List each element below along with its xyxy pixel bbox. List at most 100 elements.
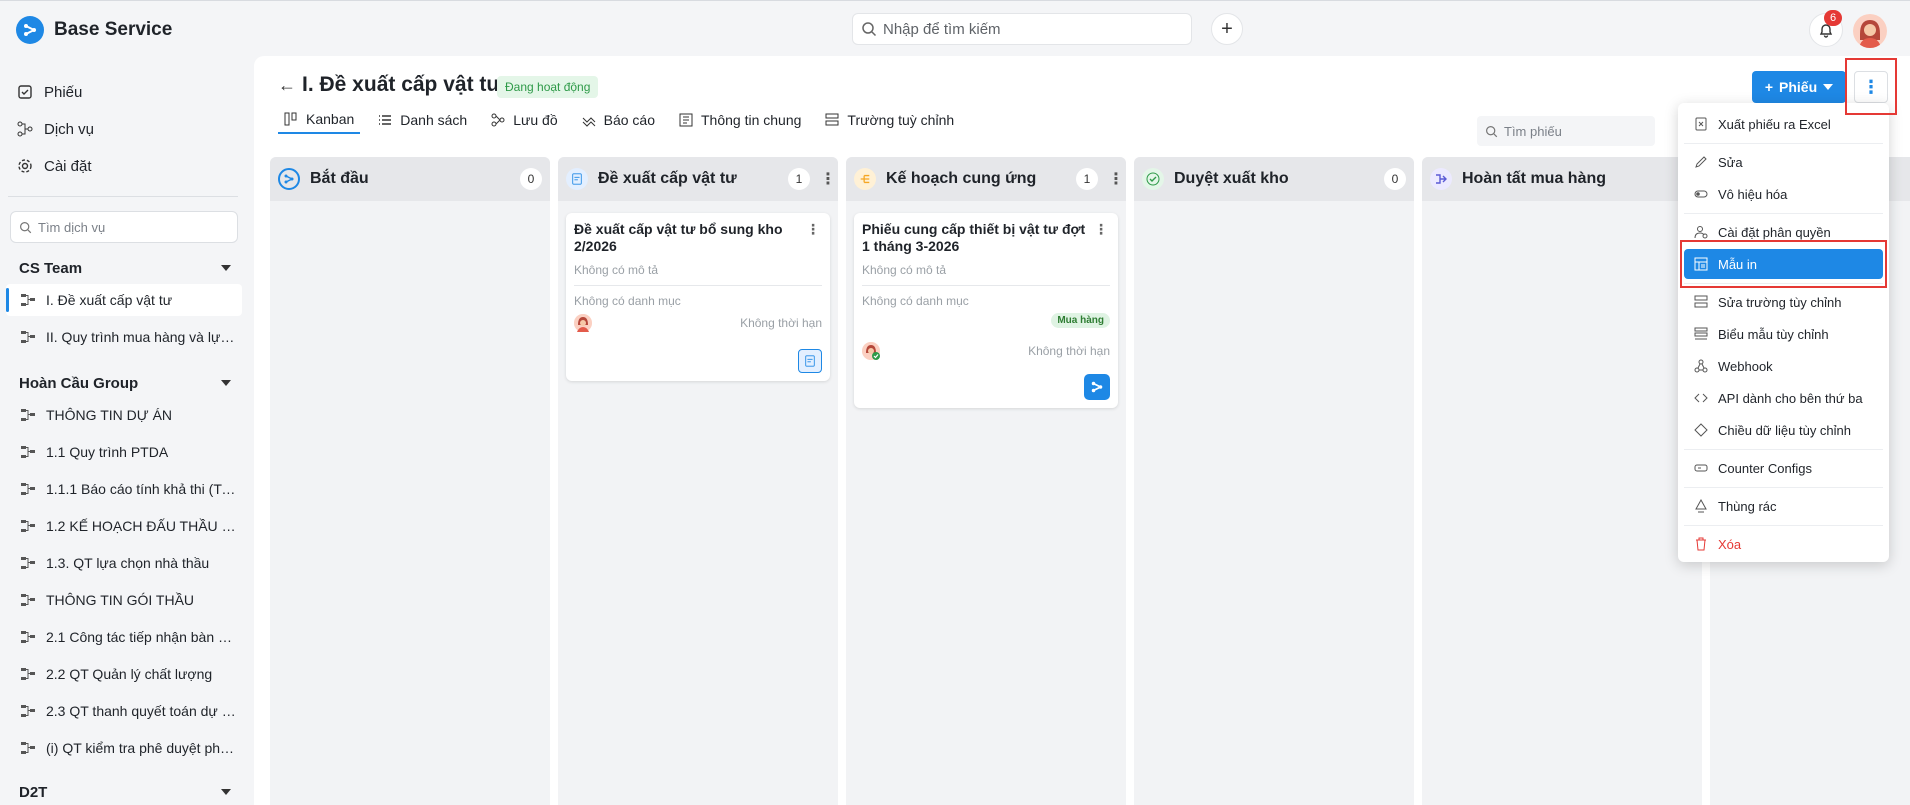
permission-icon bbox=[1694, 226, 1708, 239]
ticket-search[interactable] bbox=[1477, 116, 1655, 146]
kanban-column: Kế hoạch cung ứng 1 ⋮ Phiếu cung cấp thi… bbox=[846, 157, 1126, 805]
flow-icon bbox=[21, 705, 35, 717]
menu-item-webhook[interactable]: Webhook bbox=[1684, 351, 1883, 381]
card-footer: Không thời hạn bbox=[862, 342, 1110, 360]
column-title: Đề xuất cấp vật tư bbox=[598, 170, 737, 187]
menu-item-edit-custom-fields[interactable]: Sửa trường tùy chỉnh bbox=[1684, 287, 1883, 317]
chevron-down-icon bbox=[1823, 84, 1834, 90]
menu-item-edit[interactable]: Sửa bbox=[1684, 147, 1883, 177]
sidebar-group-title: Hoàn Cầu Group bbox=[19, 374, 139, 392]
column-menu-icon[interactable]: ⋮ bbox=[1108, 169, 1124, 189]
column-header: Đề xuất cấp vật tư 1 ⋮ bbox=[558, 157, 838, 201]
card-menu-icon[interactable]: ⋮ bbox=[1094, 221, 1108, 238]
kanban-column: Đề xuất cấp vật tư 1 ⋮ Đề xuất cấp vật t… bbox=[558, 157, 838, 805]
sidebar-service-item[interactable]: 2.2 QT Quản lý chất lượng bbox=[6, 658, 242, 690]
tab-general-info[interactable]: Thông tin chung bbox=[673, 106, 807, 134]
sidebar-nav-settings[interactable]: Cài đặt bbox=[16, 152, 92, 180]
tab-custom-fields[interactable]: Trường tuỳ chỉnh bbox=[819, 106, 960, 134]
add-ticket-button[interactable]: + Phiếu bbox=[1752, 71, 1846, 103]
ticket-card[interactable]: Phiếu cung cấp thiết bị vật tư đợt 1 thá… bbox=[854, 213, 1118, 408]
custom-field-icon bbox=[825, 113, 839, 126]
workflow-icon bbox=[16, 120, 34, 138]
tab-report[interactable]: Báo cáo bbox=[576, 106, 661, 134]
column-count: 1 bbox=[788, 168, 810, 190]
flow-icon bbox=[21, 668, 35, 680]
flow-icon bbox=[21, 631, 35, 643]
menu-item-counter-configs[interactable]: Counter Configs bbox=[1684, 453, 1883, 483]
menu-item-custom-forms[interactable]: Biểu mẫu tùy chỉnh bbox=[1684, 319, 1883, 349]
recycle-icon bbox=[1695, 499, 1707, 513]
view-tabs: Kanban Danh sách Lưu đồ Báo cáo Thông ti… bbox=[278, 106, 972, 136]
gear-icon bbox=[16, 157, 34, 175]
form-icon bbox=[566, 168, 588, 190]
column-title: Hoàn tất mua hàng bbox=[1462, 170, 1607, 187]
sidebar-service-item[interactable]: 1.3. QT lựa chọn nhà thầu bbox=[6, 547, 242, 579]
global-search-input[interactable] bbox=[883, 20, 1173, 38]
column-menu-icon[interactable]: ⋮ bbox=[820, 169, 836, 189]
more-options-menu: Xuất phiếu ra Excel Sửa Vô hiệu hóa Cài … bbox=[1678, 103, 1889, 562]
sidebar-service-item[interactable]: 1.2 KẾ HOẠCH ĐẤU THẦU CHI TIẾT bbox=[6, 510, 242, 542]
card-title: Đề xuất cấp vật tư bổ sung kho 2/2026 bbox=[574, 221, 783, 254]
menu-divider bbox=[1684, 213, 1883, 214]
kanban-column: Duyệt xuất kho 0 bbox=[1134, 157, 1414, 805]
status-badge: Đang hoạt động bbox=[497, 76, 599, 98]
menu-divider bbox=[1684, 143, 1883, 144]
flow-icon bbox=[21, 446, 35, 458]
sidebar-group-d2t[interactable]: D2T bbox=[19, 781, 239, 803]
chart-line-icon bbox=[582, 117, 595, 127]
sidebar-service-item[interactable]: 2.1 Công tác tiếp nhận bàn giao mặt bằng bbox=[6, 621, 242, 653]
ticket-search-input[interactable] bbox=[1504, 123, 1644, 139]
tab-flowchart[interactable]: Lưu đồ bbox=[485, 106, 563, 134]
user-avatar[interactable] bbox=[1853, 14, 1887, 48]
sidebar-service-item[interactable]: THÔNG TIN GÓI THẦU bbox=[6, 584, 242, 616]
flowchart-icon bbox=[491, 113, 505, 127]
flow-icon bbox=[21, 294, 35, 306]
menu-item-third-party-api[interactable]: API dành cho bên thứ ba bbox=[1684, 383, 1883, 413]
start-flow-icon bbox=[278, 168, 300, 190]
sidebar-service-item[interactable]: (i) QT kiểm tra phê duyệt phát sinh bbox=[6, 732, 242, 764]
menu-divider bbox=[1684, 487, 1883, 488]
sidebar-group-cs-team[interactable]: CS Team bbox=[19, 257, 239, 279]
column-title: Duyệt xuất kho bbox=[1174, 170, 1289, 187]
sidebar-service-item[interactable]: 1.1.1 Báo cáo tính khả thi (Tiền khả thi… bbox=[6, 473, 242, 505]
sidebar-service-item[interactable]: THÔNG TIN DỰ ÁN bbox=[6, 399, 242, 431]
chevron-down-icon bbox=[221, 265, 231, 271]
service-search-input[interactable] bbox=[38, 219, 228, 235]
menu-item-custom-dimensions[interactable]: Chiều dữ liệu tùy chỉnh bbox=[1684, 415, 1883, 445]
card-deadline: Không thời hạn bbox=[1028, 344, 1110, 358]
list-icon bbox=[379, 115, 392, 125]
menu-item-recycle-bin[interactable]: Thùng rác bbox=[1684, 491, 1883, 521]
info-doc-icon bbox=[679, 113, 693, 127]
card-menu-icon[interactable]: ⋮ bbox=[806, 221, 820, 238]
tab-list[interactable]: Danh sách bbox=[372, 106, 473, 134]
sidebar-nav-services[interactable]: Dịch vụ bbox=[16, 115, 94, 143]
menu-item-disable[interactable]: Vô hiệu hóa bbox=[1684, 179, 1883, 209]
sidebar-group-hoan-cau[interactable]: Hoàn Cầu Group bbox=[19, 372, 239, 394]
assignee-avatar bbox=[862, 342, 880, 360]
custom-field-icon bbox=[1694, 295, 1708, 308]
sidebar-service-item[interactable]: II. Quy trình mua hàng và lựa chọn nhà c… bbox=[6, 321, 242, 353]
sidebar-service-item[interactable]: I. Đề xuất cấp vật tư bbox=[6, 284, 242, 316]
flow-icon bbox=[21, 483, 35, 495]
flow-icon bbox=[21, 331, 35, 343]
end-flow-icon bbox=[1430, 168, 1452, 190]
service-search[interactable] bbox=[10, 211, 238, 243]
back-arrow-icon[interactable]: ← bbox=[278, 75, 296, 96]
sidebar-nav-tickets[interactable]: Phiếu bbox=[16, 78, 82, 106]
check-circle-icon bbox=[1142, 168, 1164, 190]
search-icon bbox=[862, 22, 877, 37]
sidebar-group-title: D2T bbox=[19, 783, 48, 801]
menu-divider bbox=[1684, 525, 1883, 526]
global-search[interactable] bbox=[852, 13, 1192, 45]
chevron-down-icon bbox=[221, 380, 231, 386]
kanban-column: Bắt đầu 0 bbox=[270, 157, 550, 805]
sidebar-service-item[interactable]: 1.1 Quy trình PTDA bbox=[6, 436, 242, 468]
menu-item-delete[interactable]: Xóa bbox=[1684, 529, 1883, 559]
card-description: Không có mô tả bbox=[862, 263, 1110, 286]
sidebar-service-item[interactable]: 2.3 QT thanh quyết toán dự án bbox=[6, 695, 242, 727]
card-tag: Mua hàng bbox=[1051, 313, 1110, 328]
create-button[interactable]: + bbox=[1211, 13, 1243, 45]
ticket-card[interactable]: Đề xuất cấp vật tư bổ sung kho 2/2026 ⋮ … bbox=[566, 213, 830, 381]
tab-kanban[interactable]: Kanban bbox=[278, 106, 361, 134]
brand[interactable]: Base Service bbox=[16, 16, 172, 44]
